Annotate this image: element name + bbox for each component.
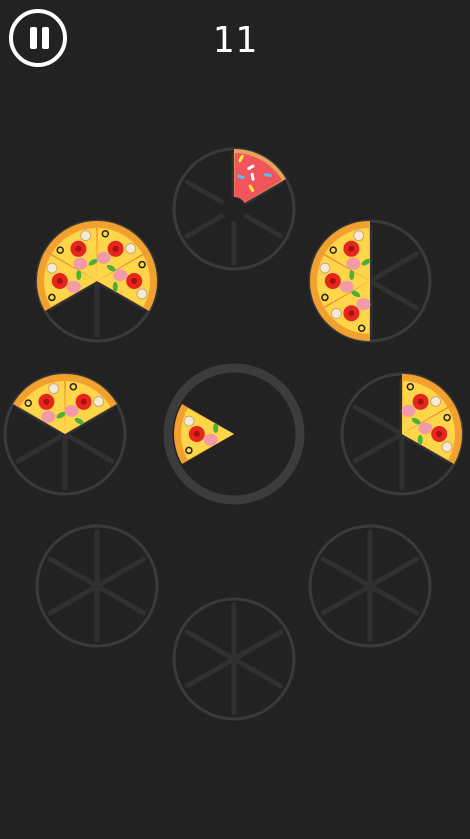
plate-divider [320,583,373,616]
mushroom-topping [183,415,195,427]
mushroom-topping [80,230,92,242]
plate-lower-right[interactable] [308,524,432,648]
mushroom-topping [430,395,442,407]
basil-topping [349,270,355,281]
plate-divider [94,583,147,616]
mushroom-topping [441,441,453,453]
ham-topping [64,404,79,417]
basil-topping [76,270,82,281]
mushroom-topping [93,395,105,407]
plate-divider [231,629,284,662]
mushroom-topping [48,383,60,395]
game-board [3,147,464,721]
ham-topping [96,251,111,264]
pizza-slice [13,374,66,434]
plate-divider [184,656,237,689]
plate-divider [320,556,373,589]
ham-topping [66,280,81,293]
basil-topping [112,281,118,292]
ham-topping [113,269,128,282]
plate-bottom[interactable] [172,597,296,721]
plate-top[interactable] [172,147,296,271]
plate-upper-left[interactable] [35,219,159,343]
ham-topping [339,280,354,293]
center-slot[interactable] [163,363,305,505]
plate-divider [184,629,237,662]
plate-divider [367,251,420,284]
basil-topping [417,434,423,445]
basil-topping [213,423,219,434]
plate-upper-right[interactable] [308,219,432,343]
mushroom-topping [353,230,365,242]
plate-divider [15,431,68,464]
mushroom-topping [46,262,58,274]
game-screen: 11 [0,0,470,839]
plate-middle-right[interactable] [340,372,464,496]
plate-divider [352,404,405,437]
mushroom-topping [319,262,331,274]
mushroom-topping [330,308,342,320]
plate-divider [62,431,115,464]
plate-divider [47,583,100,616]
plate-divider [367,278,420,311]
ham-topping [418,422,433,435]
ham-topping [346,257,361,270]
ham-topping [203,433,218,446]
ham-topping [73,257,88,270]
plate-lower-left[interactable] [35,524,159,648]
mushroom-topping [125,242,137,254]
plate-middle-left[interactable] [3,372,127,496]
ham-topping [356,298,371,311]
pizza-slice [64,374,117,434]
pizza-slice [174,404,234,464]
plate-divider [367,583,420,616]
ham-topping [41,410,56,423]
plate-divider [231,656,284,689]
ham-topping [401,404,416,417]
plate-divider [94,556,147,589]
mushroom-topping [136,288,148,300]
plate-divider [47,556,100,589]
plate-divider [367,556,420,589]
plate-divider [352,431,405,464]
